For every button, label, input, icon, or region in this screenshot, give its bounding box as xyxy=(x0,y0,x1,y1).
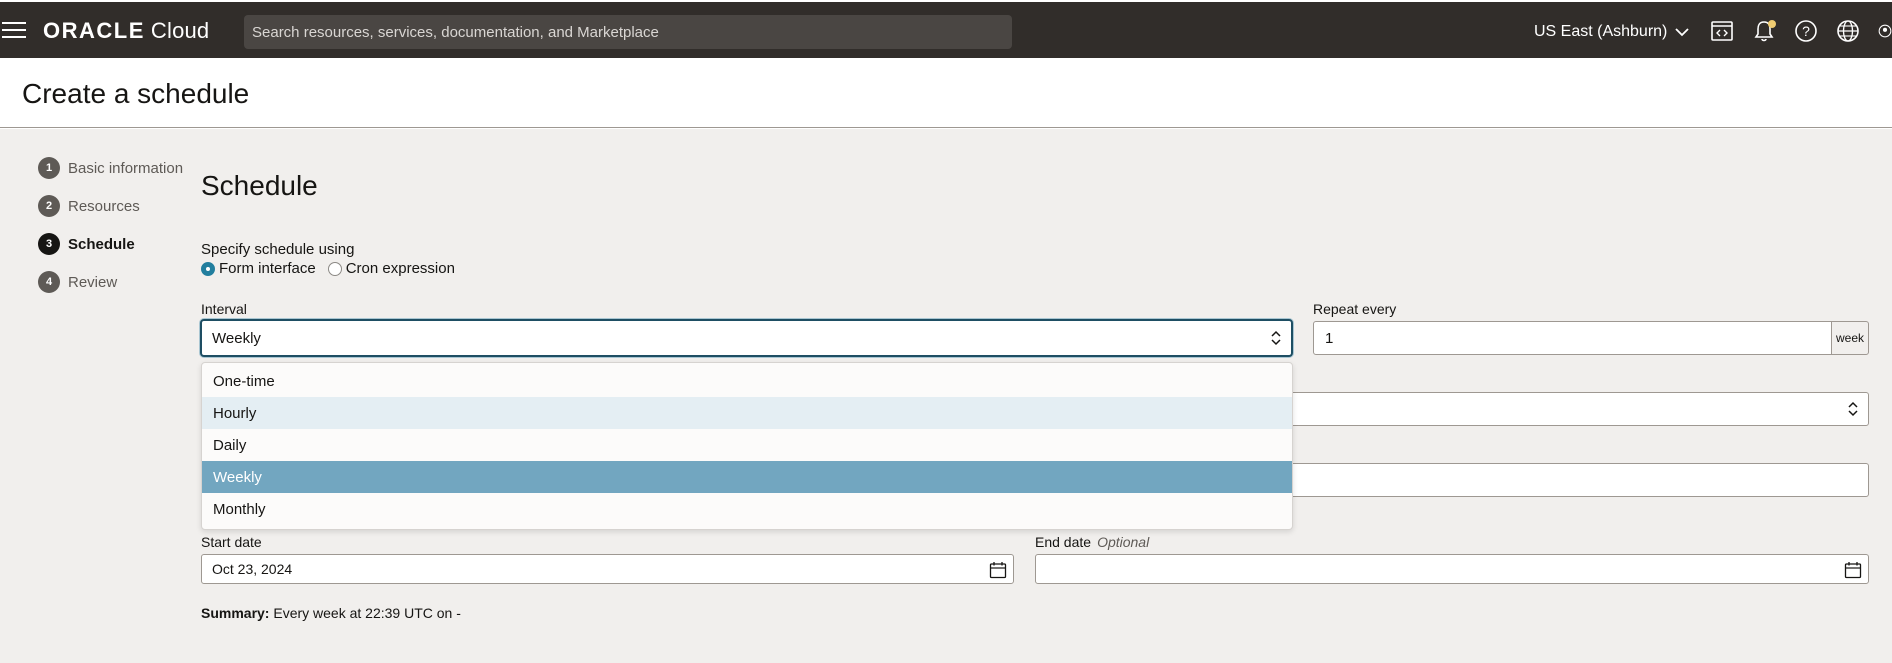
select-caret-icon xyxy=(1271,330,1281,346)
select-caret-icon xyxy=(1848,401,1858,417)
step-basic-information[interactable]: 1 Basic information xyxy=(38,157,183,179)
option-hourly[interactable]: Hourly xyxy=(202,397,1292,429)
option-one-time[interactable]: One-time xyxy=(202,365,1292,397)
end-date-input[interactable] xyxy=(1035,554,1869,584)
step-number: 3 xyxy=(38,233,60,255)
radio-selected-icon xyxy=(201,261,215,276)
radio-label: Cron expression xyxy=(345,260,455,277)
start-date-label: Start date xyxy=(201,534,262,550)
global-search[interactable] xyxy=(244,15,1012,49)
step-resources[interactable]: 2 Resources xyxy=(38,195,183,217)
bell-icon[interactable] xyxy=(1751,18,1777,44)
end-date-label-text: End date xyxy=(1035,534,1092,550)
wizard-content: 1 Basic information 2 Resources 3 Schedu… xyxy=(0,129,1892,663)
optional-tag: Optional xyxy=(1097,534,1150,550)
chevron-down-icon xyxy=(1675,28,1690,37)
step-label: Review xyxy=(68,273,118,291)
summary-text: Every week at 22:39 UTC on - xyxy=(273,605,461,621)
start-date-input[interactable]: Oct 23, 2024 xyxy=(201,554,1014,584)
interval-value: Weekly xyxy=(212,329,261,347)
page-title: Create a schedule xyxy=(22,78,250,109)
step-schedule[interactable]: 3 Schedule xyxy=(38,233,183,255)
oracle-cloud-logo[interactable]: ORACLE Cloud xyxy=(43,18,209,44)
calendar-icon[interactable] xyxy=(989,561,1007,579)
interval-label: Interval xyxy=(201,301,247,317)
option-weekly[interactable]: Weekly xyxy=(202,461,1292,493)
region-selector[interactable]: US East (Ashburn) xyxy=(1534,20,1690,44)
repeat-every-value: 1 xyxy=(1325,329,1334,347)
step-label: Basic information xyxy=(68,159,184,177)
step-number: 4 xyxy=(38,271,60,293)
specify-schedule-label: Specify schedule using xyxy=(201,241,355,258)
brand-product: Cloud xyxy=(150,18,210,43)
step-label: Schedule xyxy=(68,235,135,253)
hidden-input-field[interactable] xyxy=(1200,463,1869,497)
step-review[interactable]: 4 Review xyxy=(38,271,183,293)
profile-icon[interactable] xyxy=(1878,18,1892,44)
step-number: 1 xyxy=(38,157,60,179)
radio-unselected-icon xyxy=(327,261,342,276)
option-monthly[interactable]: Monthly xyxy=(202,493,1292,525)
end-date-label: End date Optional xyxy=(1035,534,1149,550)
page-header: Create a schedule xyxy=(0,58,1892,128)
brand-word: ORACLE xyxy=(43,18,145,43)
search-input[interactable] xyxy=(252,23,1012,41)
wizard-steps: 1 Basic information 2 Resources 3 Schedu… xyxy=(38,157,183,309)
radio-form-interface[interactable]: Form interface xyxy=(201,260,316,277)
start-date-value: Oct 23, 2024 xyxy=(212,561,293,577)
radio-cron-expression[interactable]: Cron expression xyxy=(327,260,455,277)
repeat-unit-suffix: week xyxy=(1831,321,1869,355)
option-daily[interactable]: Daily xyxy=(202,429,1292,461)
step-label: Resources xyxy=(68,197,140,215)
schedule-method-radio-group: Form interface Cron expression xyxy=(201,260,467,277)
hidden-select-field[interactable] xyxy=(1200,392,1869,426)
repeat-every-label: Repeat every xyxy=(1313,301,1397,317)
section-title: Schedule xyxy=(201,170,318,201)
region-label: US East (Ashburn) xyxy=(1534,23,1668,40)
code-editor-icon[interactable] xyxy=(1709,18,1735,44)
radio-label: Form interface xyxy=(219,260,316,277)
interval-select[interactable]: Weekly xyxy=(200,319,1293,357)
notification-dot xyxy=(1768,20,1776,28)
schedule-summary: Summary: Every week at 22:39 UTC on - xyxy=(201,605,461,621)
hamburger-menu-icon[interactable] xyxy=(2,21,26,39)
interval-dropdown-list: One-time Hourly Daily Weekly Monthly xyxy=(201,362,1293,530)
svg-text:?: ? xyxy=(1802,23,1810,39)
top-navigation-bar: ORACLE Cloud US East (Ashburn) ? xyxy=(0,2,1892,58)
help-icon[interactable]: ? xyxy=(1793,18,1819,44)
summary-label: Summary: xyxy=(201,605,270,621)
step-number: 2 xyxy=(38,195,60,217)
globe-icon[interactable] xyxy=(1835,18,1861,44)
repeat-every-input[interactable]: 1 xyxy=(1313,321,1832,355)
calendar-icon[interactable] xyxy=(1844,561,1862,579)
